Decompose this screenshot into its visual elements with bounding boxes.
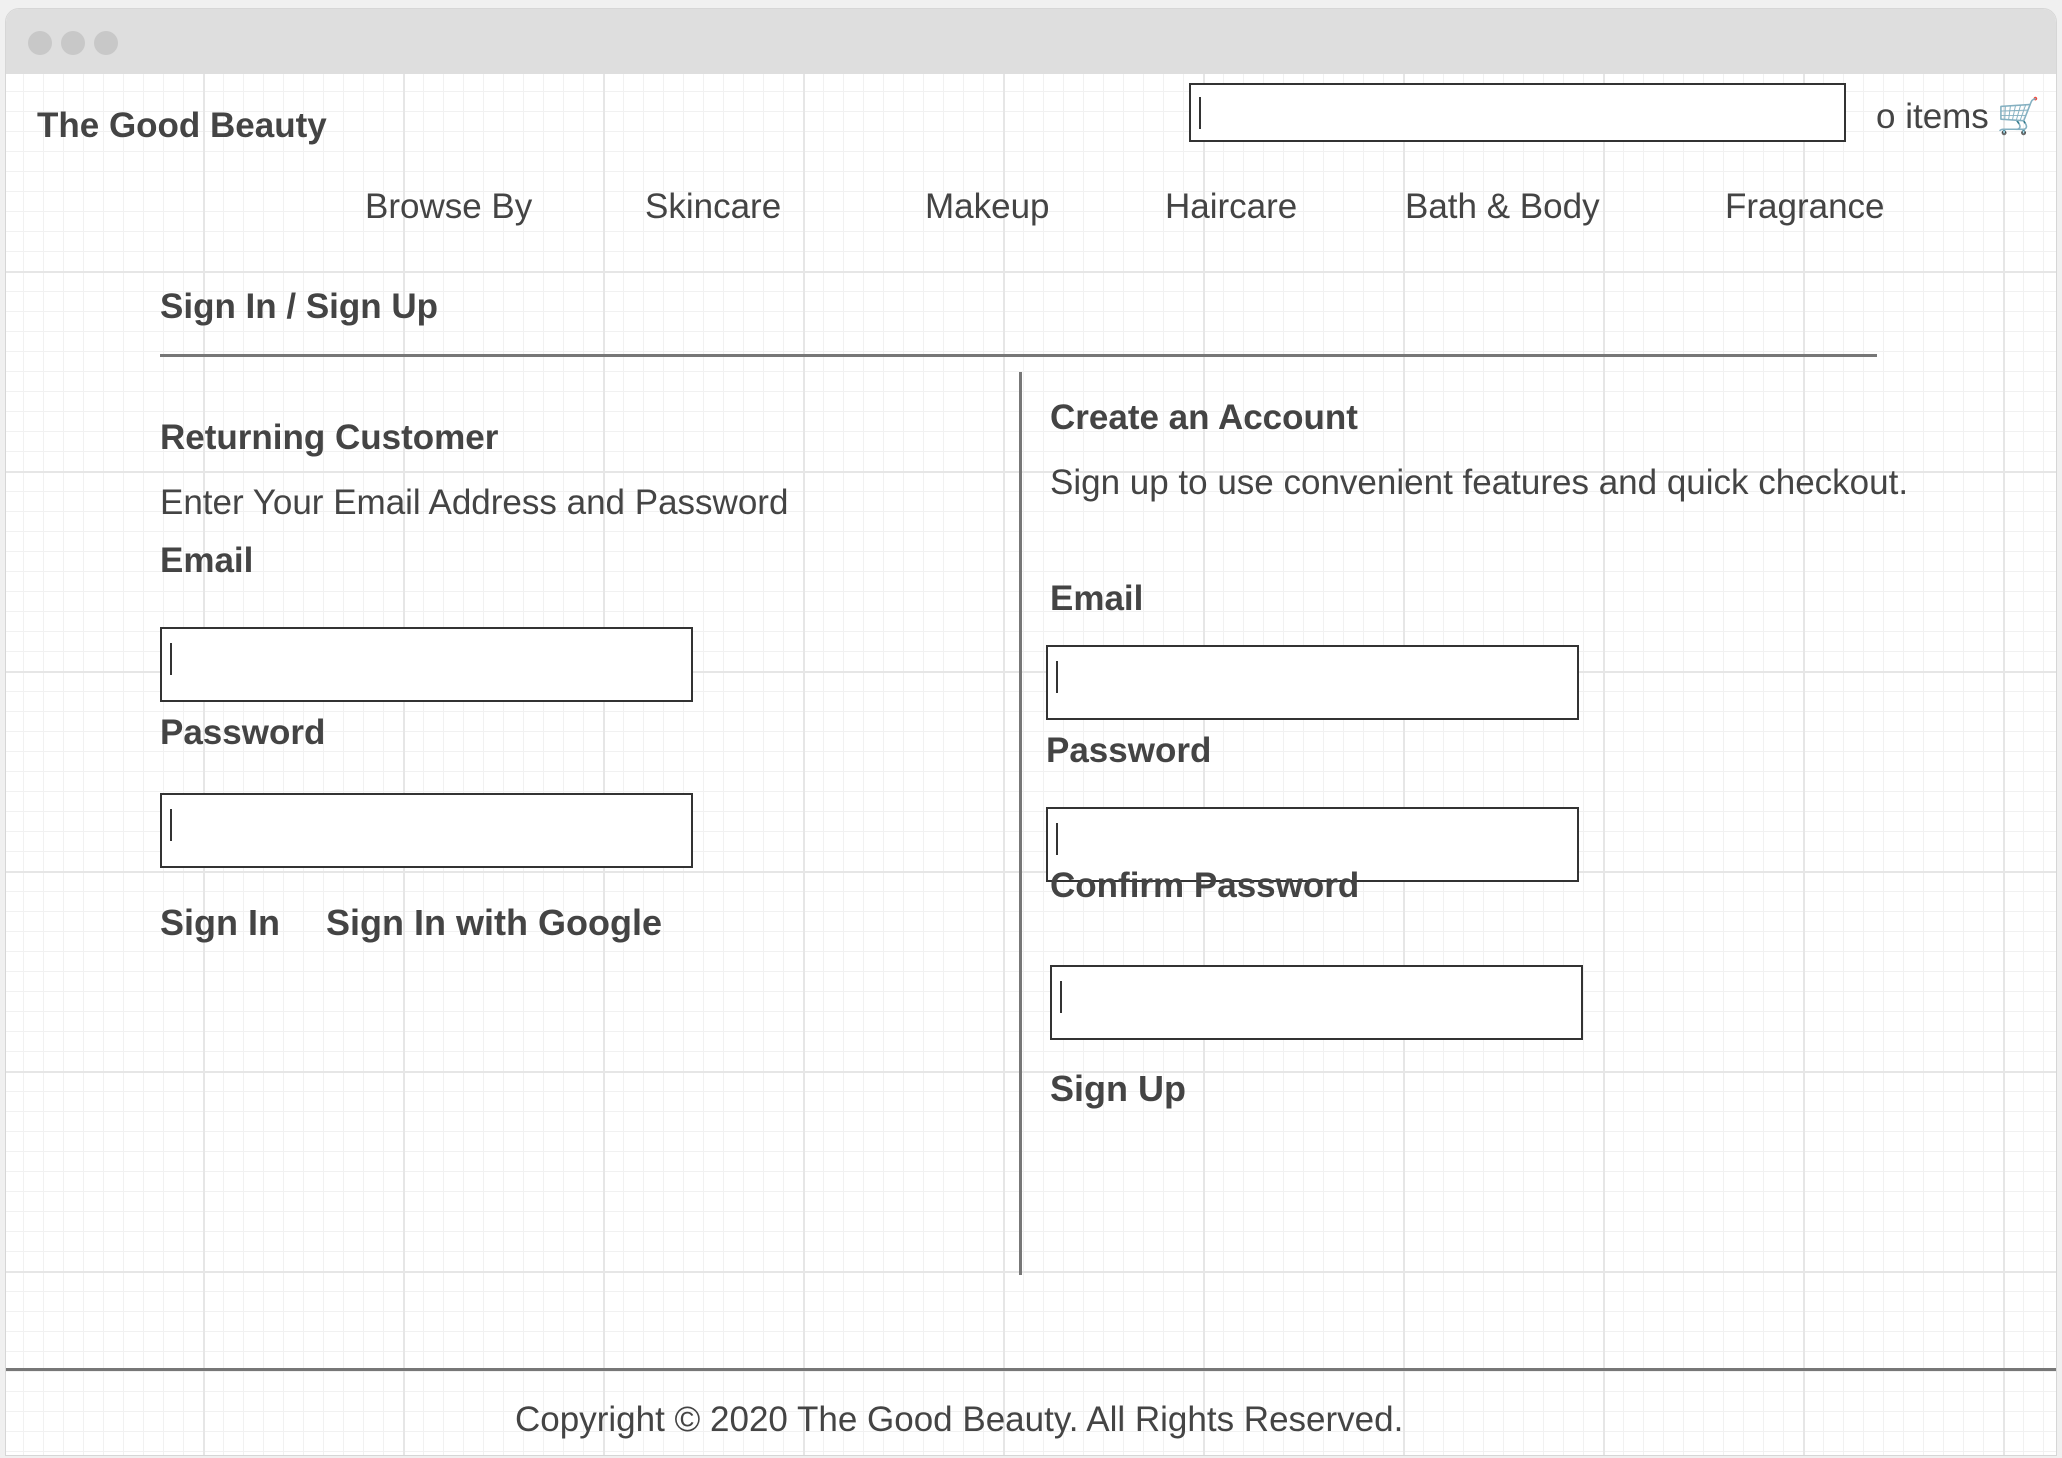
returning-customer-heading: Returning Customer [160, 418, 499, 457]
window-minimize-dot[interactable] [61, 31, 85, 55]
text-caret [1056, 661, 1058, 693]
signin-button[interactable]: Sign In [160, 902, 280, 944]
window-maximize-dot[interactable] [94, 31, 118, 55]
nav-skincare[interactable]: Skincare [645, 187, 781, 227]
text-caret [1056, 823, 1058, 855]
signup-email-field[interactable] [1046, 645, 1579, 720]
title-divider [160, 354, 1877, 357]
nav-haircare[interactable]: Haircare [1165, 187, 1297, 227]
create-account-heading: Create an Account [1050, 398, 1358, 437]
cart-count-text: o items [1876, 97, 1989, 136]
confirm-password-label: Confirm Password [1050, 866, 1360, 905]
shopping-cart-icon: 🛒 [1996, 97, 2041, 136]
returning-customer-description: Enter Your Email Address and Password [160, 483, 789, 522]
search-input[interactable] [1189, 83, 1846, 142]
column-divider [1019, 372, 1022, 1275]
signup-email-label: Email [1050, 579, 1144, 618]
nav-fragrance[interactable]: Fragrance [1725, 187, 1885, 227]
cart-summary[interactable]: o items 🛒 [1876, 96, 2040, 137]
text-caret [170, 809, 172, 841]
text-caret [170, 643, 172, 675]
footer-divider [6, 1368, 2056, 1371]
signin-password-label: Password [160, 713, 326, 752]
text-caret [1060, 981, 1062, 1013]
signup-password-label: Password [1046, 731, 1212, 770]
signin-google-button[interactable]: Sign In with Google [326, 902, 662, 944]
nav-bath-body[interactable]: Bath & Body [1405, 187, 1600, 227]
browser-window: The Good Beauty o items 🛒 Browse By Skinc… [5, 8, 2057, 1456]
text-caret [1199, 97, 1201, 129]
signup-button[interactable]: Sign Up [1050, 1068, 1186, 1110]
site-logo[interactable]: The Good Beauty [37, 106, 327, 146]
nav-makeup[interactable]: Makeup [925, 187, 1050, 227]
signin-email-field[interactable] [160, 627, 693, 702]
page-title: Sign In / Sign Up [160, 287, 439, 326]
signin-email-label: Email [160, 541, 254, 580]
window-close-dot[interactable] [28, 31, 52, 55]
footer-copyright: Copyright © 2020 The Good Beauty. All Ri… [515, 1400, 1404, 1439]
window-titlebar [6, 9, 2056, 74]
confirm-password-field[interactable] [1050, 965, 1583, 1040]
create-account-description: Sign up to use convenient features and q… [1050, 463, 1909, 502]
signin-password-field[interactable] [160, 793, 693, 868]
page-content: The Good Beauty o items 🛒 Browse By Skinc… [6, 74, 2056, 1455]
nav-browse-by[interactable]: Browse By [365, 187, 532, 227]
